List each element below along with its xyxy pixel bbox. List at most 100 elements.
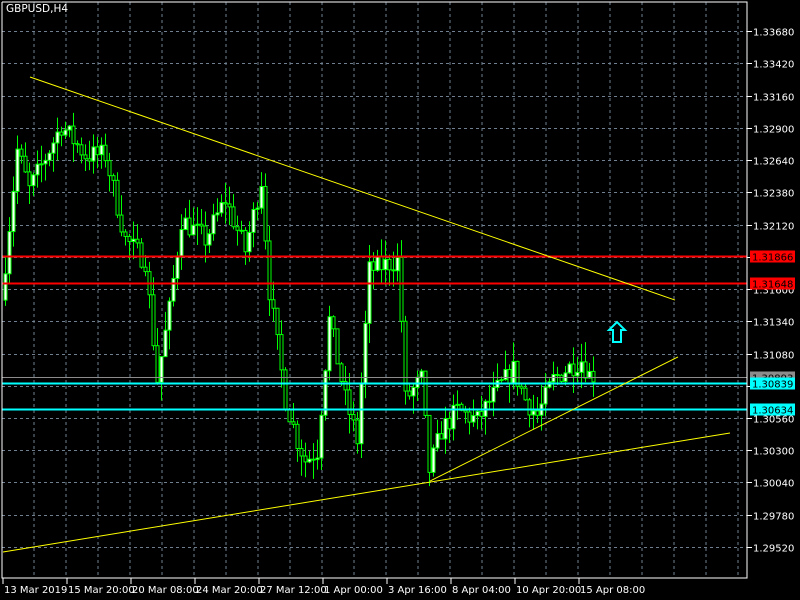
candle-bull bbox=[171, 277, 176, 302]
candle-bear bbox=[223, 202, 228, 205]
resistance-price-label: 1.31866 bbox=[752, 253, 793, 264]
candle-bear bbox=[399, 256, 404, 322]
candle-bull bbox=[91, 146, 96, 162]
candle-bear bbox=[227, 203, 232, 208]
candle-bear bbox=[427, 414, 432, 473]
candle-bear bbox=[299, 448, 304, 457]
y-tick-label: 1.29780 bbox=[753, 512, 794, 523]
candle-bear bbox=[235, 226, 240, 231]
candle-bull bbox=[383, 258, 388, 271]
candle-bull bbox=[247, 231, 252, 253]
x-tick-label: 20 Mar 08:00 bbox=[132, 585, 199, 596]
candle-bear bbox=[87, 158, 92, 162]
candle-bull bbox=[39, 163, 44, 166]
candle-bull bbox=[315, 457, 320, 461]
candle-bull bbox=[3, 273, 8, 301]
candle-bull bbox=[195, 223, 200, 226]
candle-bear bbox=[271, 299, 276, 309]
y-tick-label: 1.32900 bbox=[753, 125, 794, 136]
candle-bull bbox=[35, 163, 40, 176]
x-tick-label: 10 Apr 20:00 bbox=[516, 585, 581, 596]
y-tick-label: 1.31340 bbox=[753, 318, 794, 329]
candle-bull bbox=[503, 369, 508, 381]
y-tick-label: 1.32120 bbox=[753, 222, 794, 233]
candle-bear bbox=[283, 369, 288, 411]
candle-bull bbox=[443, 417, 448, 440]
candle-bear bbox=[355, 419, 360, 445]
candle-bull bbox=[191, 224, 196, 236]
support-price-label: 1.30839 bbox=[752, 380, 793, 391]
x-tick-label: 15 Mar 20:00 bbox=[68, 585, 135, 596]
candle-bull bbox=[543, 386, 548, 405]
candle-bear bbox=[519, 385, 524, 389]
candle-bull bbox=[55, 131, 60, 144]
candle-bear bbox=[351, 413, 356, 421]
candle-bull bbox=[363, 322, 368, 385]
candle-bear bbox=[479, 410, 484, 417]
candle-bear bbox=[59, 131, 64, 136]
candle-bear bbox=[267, 240, 272, 301]
x-tick-label: 15 Apr 08:00 bbox=[580, 585, 645, 596]
y-tick-label: 1.29520 bbox=[753, 544, 794, 555]
candle-bear bbox=[447, 417, 452, 430]
candle-bear bbox=[139, 242, 144, 268]
candle-bull bbox=[499, 379, 504, 382]
candle-bear bbox=[239, 229, 244, 232]
candle-bear bbox=[291, 421, 296, 425]
candle-bull bbox=[475, 410, 480, 417]
candle-bull bbox=[175, 255, 180, 279]
candle-bull bbox=[579, 361, 584, 373]
candle-bear bbox=[203, 225, 208, 246]
candle-bull bbox=[307, 458, 312, 463]
candle-bull bbox=[415, 376, 420, 388]
candle-bear bbox=[555, 373, 560, 376]
candle-bull bbox=[327, 316, 332, 372]
candle-bull bbox=[47, 152, 52, 161]
candle-bear bbox=[143, 266, 148, 273]
y-tick-label: 1.33680 bbox=[753, 28, 794, 39]
candle-bear bbox=[135, 238, 140, 244]
candle-bull bbox=[31, 174, 36, 187]
candle-bull bbox=[7, 231, 12, 275]
candle-bull bbox=[43, 159, 48, 165]
candle-bear bbox=[311, 458, 316, 461]
candle-bear bbox=[115, 179, 120, 216]
candle-bear bbox=[379, 256, 384, 271]
x-tick-label: 3 Apr 16:00 bbox=[388, 585, 447, 596]
candle-bear bbox=[151, 294, 156, 347]
y-tick-label: 1.31080 bbox=[753, 351, 794, 362]
candle-bear bbox=[535, 410, 540, 416]
price-chart[interactable]: 1.33680 1.33420 1.33160 1.32900 1.32640 1.323… bbox=[0, 0, 800, 600]
candle-bull bbox=[367, 261, 372, 324]
x-tick-label: 27 Mar 12:00 bbox=[260, 585, 327, 596]
candle-bull bbox=[15, 148, 20, 192]
candle-bear bbox=[275, 307, 280, 336]
candle-bull bbox=[167, 300, 172, 331]
candle-bear bbox=[527, 399, 532, 416]
candle-bear bbox=[439, 433, 444, 440]
candle-bull bbox=[471, 415, 476, 423]
candle-bull bbox=[531, 410, 536, 416]
candle-bear bbox=[287, 409, 292, 423]
x-tick-label: 24 Mar 20:00 bbox=[196, 585, 263, 596]
candle-bull bbox=[163, 329, 168, 358]
candle-bear bbox=[583, 361, 588, 379]
candle-bull bbox=[259, 185, 264, 209]
y-tick-label: 1.30300 bbox=[753, 447, 794, 458]
candle-bear bbox=[347, 389, 352, 415]
y-tick-label: 1.32640 bbox=[753, 157, 794, 168]
candle-bear bbox=[303, 455, 308, 463]
candle-bull bbox=[51, 142, 56, 154]
y-tick-label: 1.33160 bbox=[753, 93, 794, 104]
candle-bear bbox=[123, 231, 128, 237]
candle-bull bbox=[255, 207, 260, 210]
candle-bear bbox=[279, 334, 284, 371]
support-price-label: 1.30634 bbox=[752, 406, 793, 417]
up-arrow-icon[interactable] bbox=[606, 320, 628, 344]
candle-bear bbox=[71, 125, 76, 145]
y-tick-label: 1.33420 bbox=[753, 60, 794, 71]
candle-bull bbox=[219, 202, 224, 214]
candle-bear bbox=[295, 423, 300, 450]
candle-bear bbox=[155, 345, 160, 383]
candle-bear bbox=[95, 146, 100, 156]
